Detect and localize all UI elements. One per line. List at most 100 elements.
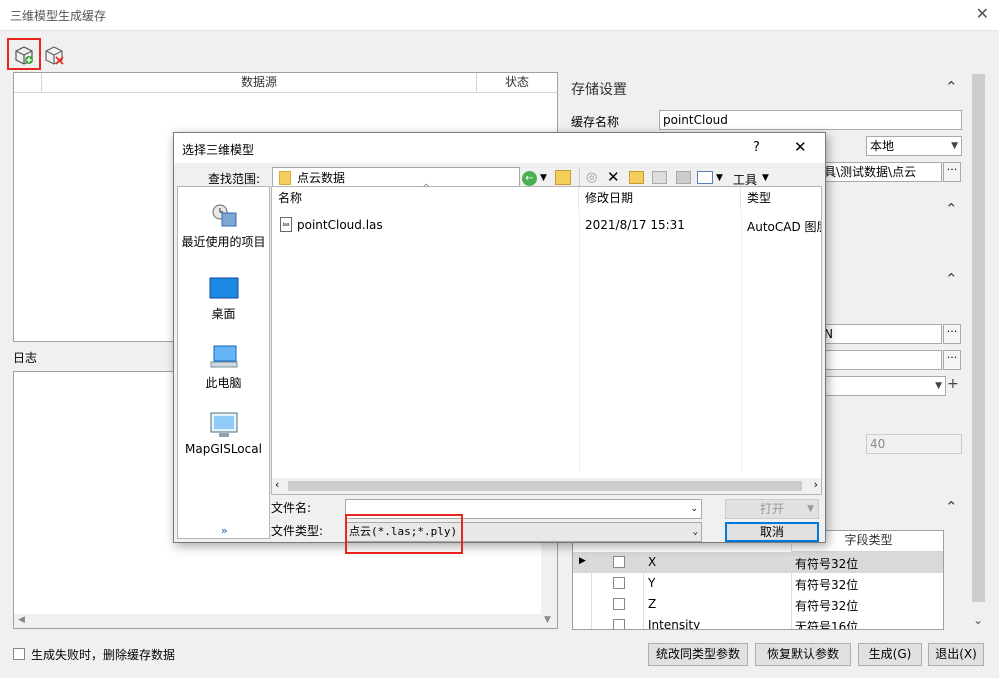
number-input[interactable]: 40 xyxy=(866,434,962,454)
file-type: AutoCAD 图层 xyxy=(747,220,821,234)
select-model-dialog[interactable]: 选择三维模型 ? ✕ 查找范围: 点云数据 ← ▼ ◎ ✕ ▼ 工具 ▼ 最近使… xyxy=(173,132,826,554)
settings-scrollbar[interactable]: ⌄ xyxy=(970,72,987,629)
table-corner xyxy=(14,73,42,93)
chevron-down-icon[interactable]: ▼ xyxy=(540,173,547,183)
delete-icon[interactable]: ✕ xyxy=(607,168,620,186)
file-date: 2021/8/17 15:31 xyxy=(585,218,685,232)
field-name-cell: Z xyxy=(648,597,657,611)
delete-cache-checkbox[interactable] xyxy=(13,648,25,660)
field-type-cell: 有符号32位 xyxy=(795,578,859,592)
field-name-cell: Intensity xyxy=(648,618,701,630)
datasource-column-header[interactable]: 数据源 xyxy=(42,73,477,93)
browse-path-button[interactable]: ··· xyxy=(943,162,961,182)
table-row[interactable]: Intensity 无符号16位 xyxy=(573,615,943,630)
column-divider xyxy=(791,531,792,629)
row-checkbox[interactable] xyxy=(613,598,625,610)
filename-label: 文件名: xyxy=(271,501,312,515)
partial-input-b[interactable] xyxy=(820,350,942,370)
field-type-cell: 有符号32位 xyxy=(795,599,859,613)
chevron-down-icon: ▼ xyxy=(935,381,942,391)
field-type-cell: 无符号16位 xyxy=(795,620,859,630)
place-desktop[interactable]: 桌面 xyxy=(178,275,269,322)
partial-select[interactable]: ▼ xyxy=(820,376,946,396)
places-bar[interactable]: 最近使用的项目 桌面 此电脑 MapGISLocal » xyxy=(177,186,270,539)
dialog-close-button[interactable]: ✕ xyxy=(794,138,807,156)
chevron-down-icon: ⌄ xyxy=(692,527,698,537)
place-desktop-label: 桌面 xyxy=(211,307,236,321)
status-column-header[interactable]: 状态 xyxy=(477,73,557,93)
path-input[interactable]: 具\测试数据\点云 xyxy=(820,162,942,182)
batch-modify-button[interactable]: 统改同类型参数 xyxy=(648,643,748,666)
scroll-down-icon[interactable]: ▼ xyxy=(544,615,551,625)
scrollbar-thumb[interactable] xyxy=(972,74,985,602)
sort-asc-icon: ^ xyxy=(422,183,431,194)
filetype-label: 文件类型: xyxy=(271,524,324,538)
log-hscrollbar[interactable]: ◀ xyxy=(14,614,541,628)
table-row[interactable]: ▶ X 有符号32位 xyxy=(573,552,943,573)
location-select-value: 本地 xyxy=(870,139,895,153)
row-checkbox[interactable] xyxy=(613,556,625,568)
place-recent[interactable]: 最近使用的项目 xyxy=(178,203,269,250)
chevron-down-icon[interactable]: ▼ xyxy=(716,173,723,183)
browse-a-button[interactable]: ··· xyxy=(943,324,961,344)
cancel-button[interactable]: 取消 xyxy=(725,522,819,542)
field-type-cell: 有符号32位 xyxy=(795,557,859,571)
row-checkbox[interactable] xyxy=(613,577,625,589)
open-button[interactable]: 打开 ▼ xyxy=(725,499,819,519)
las-file-icon: las xyxy=(280,217,292,232)
partial-input-a[interactable]: N xyxy=(820,324,942,344)
table-row[interactable]: Y 有符号32位 xyxy=(573,573,943,594)
toolbar-divider xyxy=(579,168,580,188)
scroll-down-icon[interactable]: ⌄ xyxy=(973,613,983,627)
search-web-icon[interactable]: ◎ xyxy=(586,170,597,185)
remove-cube-icon xyxy=(45,46,64,65)
chevron-down-icon: ▼ xyxy=(951,141,958,151)
cache-name-label: 缓存名称 xyxy=(571,115,620,129)
collapse-section3-icon[interactable]: ⌃ xyxy=(945,270,958,288)
window-close-button[interactable]: ✕ xyxy=(976,4,989,23)
new-folder-icon[interactable] xyxy=(629,171,644,184)
field-name-cell: X xyxy=(648,555,657,569)
generate-button[interactable]: 生成(G) xyxy=(858,643,922,666)
place-network[interactable]: MapGISLocal xyxy=(178,412,269,456)
computer-icon xyxy=(209,344,239,370)
help-button[interactable]: ? xyxy=(753,140,760,155)
scroll-right-icon[interactable]: › xyxy=(814,478,818,491)
views-menu-icon[interactable] xyxy=(676,171,691,184)
add-model-button[interactable] xyxy=(11,42,37,68)
cache-name-input[interactable]: pointCloud xyxy=(659,110,962,130)
add-cube-icon xyxy=(15,46,33,65)
place-computer[interactable]: 此电脑 xyxy=(178,344,269,391)
column-date[interactable]: 修改日期 xyxy=(579,187,741,209)
fields-table[interactable]: 字段类型 ▶ X 有符号32位 Y 有符号32位 Z 有符号32位 Intens… xyxy=(572,530,944,630)
back-icon[interactable]: ← xyxy=(522,171,537,186)
storage-settings-title: 存储设置 xyxy=(571,82,627,98)
restore-defaults-button[interactable]: 恢复默认参数 xyxy=(755,643,851,666)
desktop-icon xyxy=(209,275,239,301)
file-list-hscrollbar[interactable]: ‹ › xyxy=(272,478,821,494)
more-places-icon[interactable]: » xyxy=(221,524,228,537)
row-checkbox[interactable] xyxy=(613,619,625,629)
location-select[interactable]: 本地 ▼ xyxy=(866,136,962,156)
add-icon[interactable]: + xyxy=(947,376,959,392)
file-row[interactable]: las pointCloud.las 2021/8/17 15:31 AutoC… xyxy=(272,214,821,236)
window-title: 三维模型生成缓存 xyxy=(10,9,107,23)
collapse-storage-icon[interactable]: ⌃ xyxy=(945,78,958,96)
delete-cache-label: 生成失败时，删除缓存数据 xyxy=(31,648,176,662)
up-folder-icon[interactable] xyxy=(555,170,571,185)
browse-b-button[interactable]: ··· xyxy=(943,350,961,370)
chevron-down-icon[interactable]: ▼ xyxy=(762,173,769,183)
remove-model-button[interactable] xyxy=(41,42,67,68)
column-divider xyxy=(579,209,580,471)
file-list[interactable]: 名称 ^ 修改日期 类型 las pointCloud.las 2021/8/1… xyxy=(271,183,822,495)
scroll-left-icon[interactable]: ‹ xyxy=(275,478,279,491)
collapse-section2-icon[interactable]: ⌃ xyxy=(945,200,958,218)
collapse-fields-icon[interactable]: ⌃ xyxy=(945,498,958,516)
hscroll-thumb[interactable] xyxy=(288,481,802,491)
scroll-left-icon[interactable]: ◀ xyxy=(18,615,25,625)
view-list-icon[interactable] xyxy=(697,171,713,184)
exit-button[interactable]: 退出(X) xyxy=(928,643,984,666)
column-type[interactable]: 类型 xyxy=(741,187,821,209)
table-row[interactable]: Z 有符号32位 xyxy=(573,594,943,615)
favorites-icon[interactable] xyxy=(652,171,667,184)
